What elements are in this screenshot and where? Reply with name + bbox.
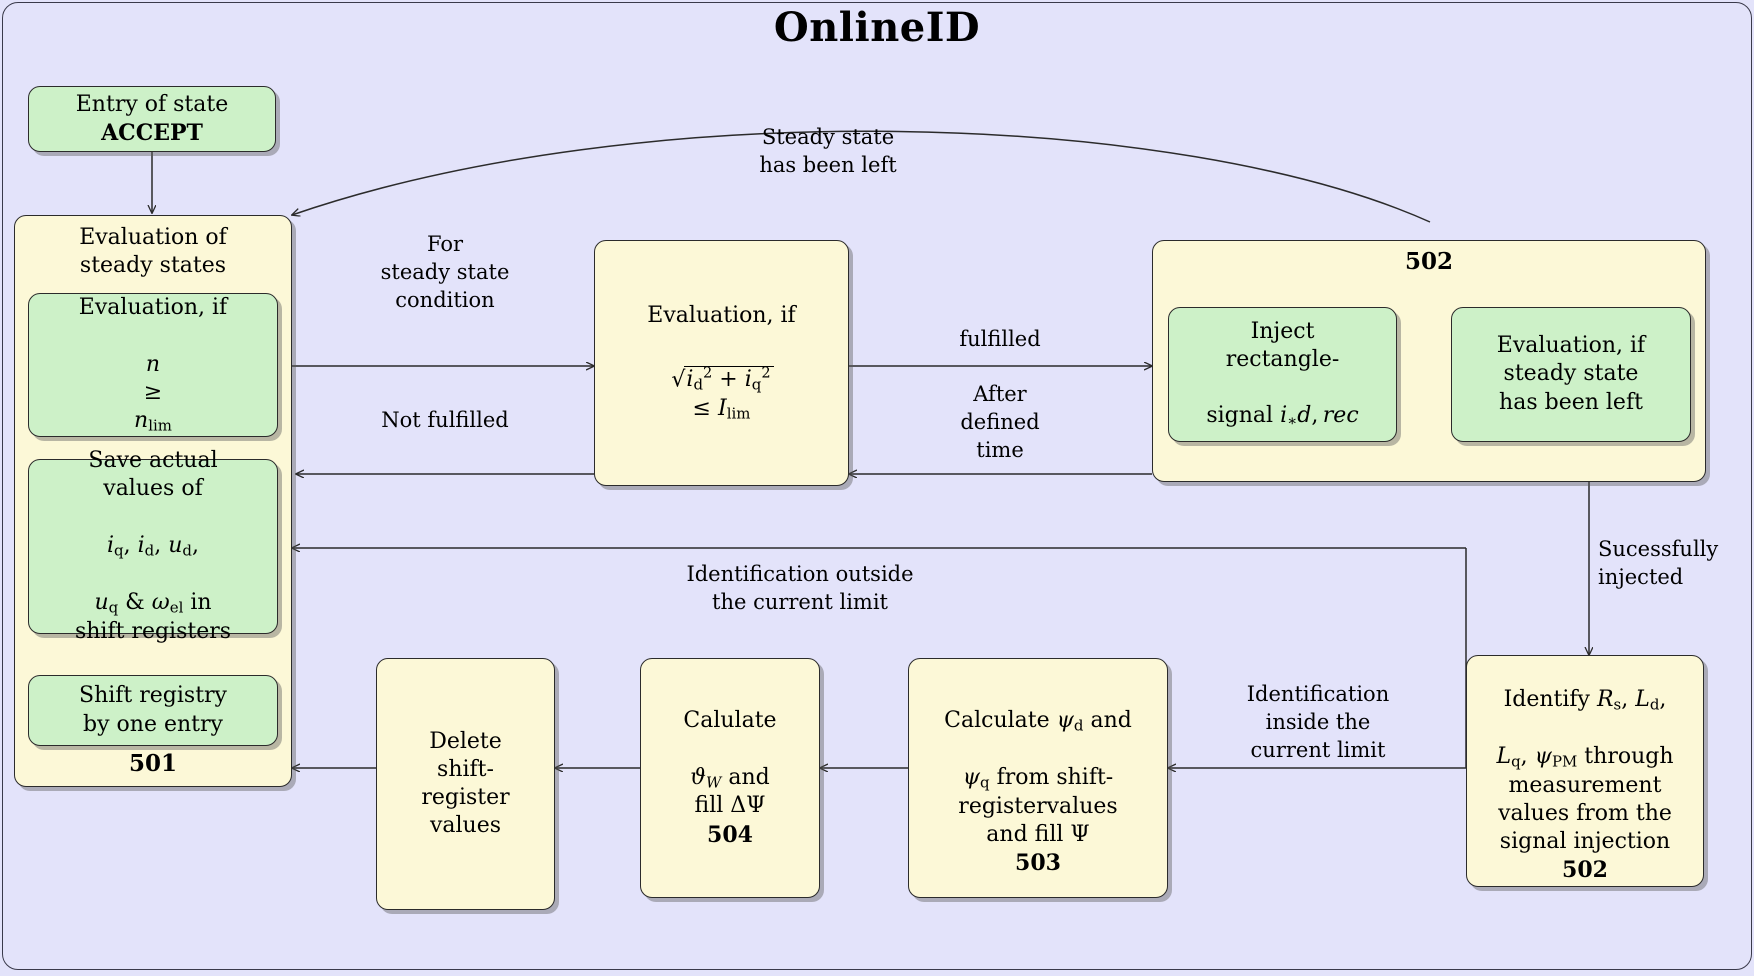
node-identify-line2: Lq, ψPM through xyxy=(1496,743,1674,771)
node-delete-line2: shift- xyxy=(437,756,494,782)
node-calculate-psi-line4: and fill Ψ xyxy=(986,821,1090,847)
node-shift-registry-line2: by one entry xyxy=(83,711,223,737)
node-entry-bold-label: ACCEPT xyxy=(101,120,203,146)
node-eval-steady-left[interactable]: Evaluation, if steady state has been lef… xyxy=(1451,307,1691,442)
node-evaluation-current-line1: Evaluation, if xyxy=(647,303,796,329)
node-calculate-psi-line2: ψq from shift- xyxy=(962,764,1114,792)
node-evaluation-current-formula: √id2 + iq2 ≤ Ilim xyxy=(669,336,774,423)
node-identify-params[interactable]: Identify Rs, Ld, Lq, ψPM through measure… xyxy=(1466,655,1704,887)
node-calculate-theta-line3: fill ΔΨ xyxy=(694,793,766,819)
group-501-number: 501 xyxy=(128,750,177,777)
node-save-values-line2: values of xyxy=(103,476,203,502)
node-eval-steady-left-line3: has been left xyxy=(1499,389,1643,415)
node-calculate-theta[interactable]: Calulate ϑW and fill ΔΨ 504 xyxy=(640,658,820,898)
node-shift-registry-line1: Shift registry xyxy=(79,683,227,709)
edge-label-identification-outside: Identification outside the current limit xyxy=(686,562,914,615)
node-calculate-theta-line1: Calulate xyxy=(683,708,777,734)
node-eval-steady-left-line2: steady state xyxy=(1503,361,1639,387)
node-save-values-line1: Save actual xyxy=(88,448,218,474)
node-entry-label: Entry of state xyxy=(75,91,229,117)
node-identify-line5: signal injection xyxy=(1499,829,1671,855)
node-delete-line1: Delete xyxy=(429,728,502,754)
node-calculate-psi-line3: registervalues xyxy=(958,793,1118,819)
node-save-values[interactable]: Save actual values of iq, id, ud, uq & ω… xyxy=(28,448,278,644)
node-evaluation-current[interactable]: Evaluation, if √id2 + iq2 ≤ Ilim xyxy=(594,240,849,486)
node-delete-line3: register xyxy=(421,785,510,810)
node-identify-number: 502 xyxy=(1562,857,1608,884)
edge-label-fulfilled: fulfilled xyxy=(959,327,1041,351)
edge-label-steady-state-left: Steady state has been left xyxy=(759,125,897,178)
node-calculate-psi-line1: Calculate ψd and xyxy=(944,707,1132,735)
rel-geq: ≥ xyxy=(143,379,163,405)
node-delete-shift-register[interactable]: Delete shift- register values xyxy=(376,658,555,910)
node-calculate-psi-number: 503 xyxy=(1015,850,1061,877)
node-inject-line3: signal i∗d, rec xyxy=(1206,403,1359,431)
node-shift-registry[interactable]: Shift registry by one entry xyxy=(28,675,278,746)
node-inject-signal[interactable]: Inject rectangle- signal i∗d, rec xyxy=(1168,307,1397,442)
node-eval-steady-left-line1: Evaluation, if xyxy=(1496,333,1646,359)
edge-label-successfully-injected: Sucessfully injected xyxy=(1598,537,1719,590)
node-identify-line1: Identify Rs, Ld, xyxy=(1503,686,1667,714)
node-save-values-vars1: iq, id, ud, xyxy=(107,532,199,560)
node-save-values-vars2: uq & ωel in xyxy=(94,589,212,617)
sub-lim: lim xyxy=(148,416,172,435)
node-evaluation-speed-line1: Evaluation, if xyxy=(78,295,228,321)
node-save-values-line5: shift registers xyxy=(74,618,232,644)
node-inject-line1: Inject xyxy=(1250,318,1315,344)
var-n-lim: n xyxy=(134,407,149,433)
node-delete-line4: values xyxy=(429,813,502,839)
group-502-number: 502 xyxy=(1404,248,1453,275)
node-calculate-psi[interactable]: Calculate ψd and ψq from shift- register… xyxy=(908,658,1168,898)
node-calculate-theta-number: 504 xyxy=(707,821,753,848)
node-inject-line2: rectangle- xyxy=(1225,346,1340,372)
edge-label-after-defined-time: After defined time xyxy=(960,382,1040,463)
node-calculate-theta-line2: ϑW and xyxy=(690,764,770,792)
node-identify-line3: measurement xyxy=(1508,772,1662,798)
node-evaluation-speed[interactable]: Evaluation, if n ≥ nlim xyxy=(28,293,278,437)
edge-label-for-steady-state-condition: For steady state condition xyxy=(380,232,510,313)
var-n: n xyxy=(145,351,161,377)
page-title: OnlineID xyxy=(773,4,981,51)
node-evaluation-speed-condition: n ≥ nlim xyxy=(134,322,172,435)
edge-label-not-fulfilled: Not fulfilled xyxy=(381,408,509,432)
node-identify-line4: values from the xyxy=(1498,800,1672,826)
onlineid-flowchart: OnlineID Evaluation of steady states Eva… xyxy=(0,0,1754,976)
group-501-header: Evaluation of steady states xyxy=(79,225,227,279)
edge-label-identification-inside: Identification inside the current limit xyxy=(1246,682,1390,763)
node-entry-state[interactable]: Entry of state ACCEPT xyxy=(28,86,276,152)
sqrt-icon: √id2 + iq2 xyxy=(669,365,774,395)
